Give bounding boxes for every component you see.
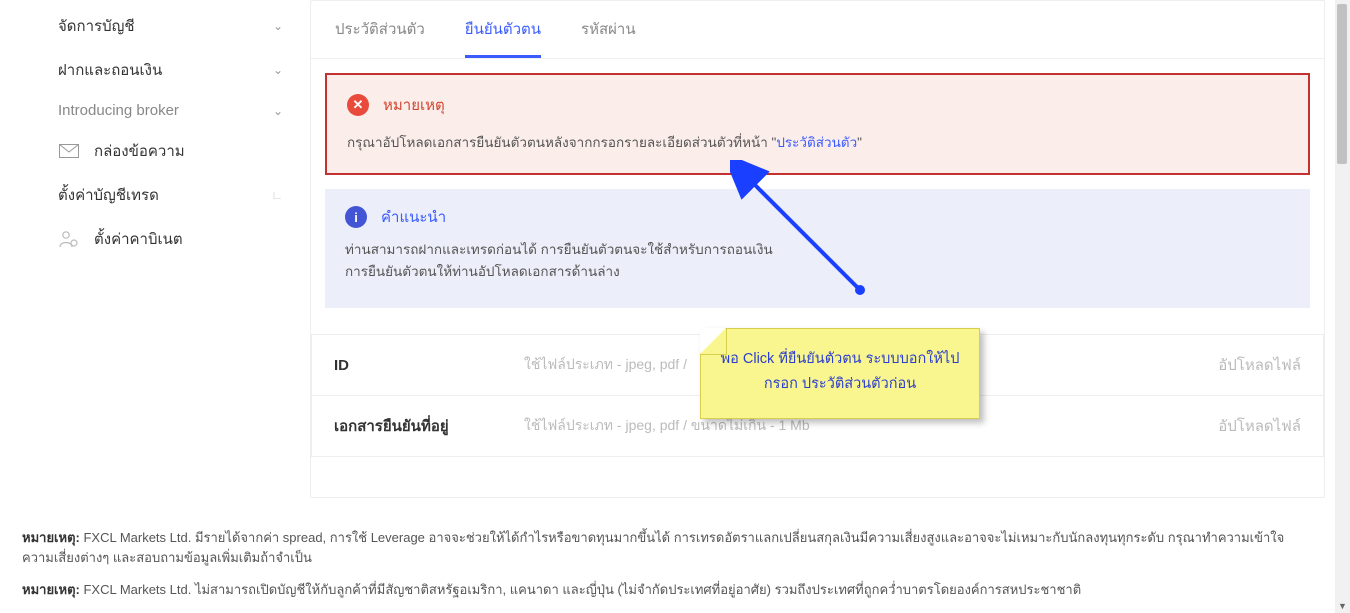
sidebar-item-label: กล่องข้อความ bbox=[94, 139, 185, 163]
error-icon: ✕ bbox=[347, 94, 369, 116]
alert-error-body: กรุณาอัปโหลดเอกสารยืนยันตัวตนหลังจากกรอก… bbox=[347, 131, 1288, 153]
chevron-down-icon: ⌄ bbox=[273, 19, 283, 33]
tab-label: ประวัติส่วนตัว bbox=[335, 21, 425, 38]
annotation-sticky-note: พอ Click ที่ยืนยันตัวตน ระบบบอกให้ไป กรอ… bbox=[700, 328, 980, 419]
footnote-label: หมายเหตุ: bbox=[22, 530, 80, 545]
sidebar-item-cabinet-settings[interactable]: ตั้งค่าคาบิเนต bbox=[50, 217, 295, 261]
footnote-text: FXCL Markets Ltd. ไม่สามารถเปิดบัญชีให้ก… bbox=[80, 582, 1081, 597]
tab-personal-history[interactable]: ประวัติส่วนตัว bbox=[335, 17, 425, 58]
info-icon: i bbox=[345, 206, 367, 228]
upload-button[interactable]: อัปโหลดไฟล์ bbox=[1218, 414, 1301, 438]
alert-error-title: หมายเหตุ bbox=[383, 93, 445, 117]
tab-label: รหัสผ่าน bbox=[581, 21, 636, 38]
tab-verify-identity[interactable]: ยืนยันตัวตน bbox=[465, 17, 541, 58]
sidebar-item-label: จัดการบัญชี bbox=[58, 14, 135, 38]
sidebar-item-deposit-withdraw[interactable]: ฝากและถอนเงิน ⌄ bbox=[50, 48, 295, 92]
alert-info-line: ท่านสามารถฝากและเทรดก่อนได้ การยืนยันตัว… bbox=[345, 239, 1290, 261]
upload-label: เอกสารยืนยันที่อยู่ bbox=[334, 414, 524, 438]
tab-label: ยืนยันตัวตน bbox=[465, 21, 541, 38]
sidebar-item-label: ตั้งค่าคาบิเนต bbox=[94, 227, 183, 251]
scrollbar-thumb[interactable] bbox=[1337, 4, 1347, 164]
upload-button[interactable]: อัปโหลดไฟล์ bbox=[1218, 353, 1301, 377]
alert-error-link[interactable]: ประวัติส่วนตัว bbox=[776, 135, 857, 150]
alert-info-title: คำแนะนำ bbox=[381, 205, 446, 229]
footnote-1: หมายเหตุ: FXCL Markets Ltd. มีรายได้จากค… bbox=[22, 528, 1313, 568]
sidebar-item-label: Introducing broker bbox=[58, 102, 179, 119]
user-gear-icon bbox=[58, 230, 80, 248]
sidebar-item-inbox[interactable]: กล่องข้อความ bbox=[50, 129, 295, 173]
sticky-line: พอ Click ที่ยืนยันตัวตน ระบบบอกให้ไป bbox=[717, 347, 963, 372]
alert-error-text: กรุณาอัปโหลดเอกสารยืนยันตัวตนหลังจากกรอก… bbox=[347, 135, 776, 150]
alert-info: i คำแนะนำ ท่านสามารถฝากและเทรดก่อนได้ กา… bbox=[325, 189, 1310, 308]
profile-card: ประวัติส่วนตัว ยืนยันตัวตน รหัสผ่าน ✕ หม… bbox=[310, 0, 1325, 498]
chevron-down-icon: ⌄ bbox=[273, 104, 283, 118]
sidebar: จัดการบัญชี ⌄ ฝากและถอนเงิน ⌄ Introducin… bbox=[50, 0, 295, 510]
upload-label: ID bbox=[334, 357, 524, 374]
footnote-text: FXCL Markets Ltd. มีรายได้จากค่า spread,… bbox=[22, 530, 1284, 565]
alert-error: ✕ หมายเหตุ กรุณาอัปโหลดเอกสารยืนยันตัวตน… bbox=[325, 73, 1310, 175]
main-content: ประวัติส่วนตัว ยืนยันตัวตน รหัสผ่าน ✕ หม… bbox=[295, 0, 1335, 510]
sidebar-item-label: ฝากและถอนเงิน bbox=[58, 58, 162, 82]
footnote-2: หมายเหตุ: FXCL Markets Ltd. ไม่สามารถเปิ… bbox=[22, 580, 1313, 600]
tab-password[interactable]: รหัสผ่าน bbox=[581, 17, 636, 58]
footnote-label: หมายเหตุ: bbox=[22, 582, 80, 597]
sidebar-item-introducing-broker[interactable]: Introducing broker ⌄ bbox=[50, 92, 295, 129]
scrollbar-down-icon[interactable]: ▼ bbox=[1335, 598, 1350, 613]
footnotes: หมายเหตุ: FXCL Markets Ltd. มีรายได้จากค… bbox=[0, 510, 1335, 613]
sidebar-item-trade-account-settings[interactable]: ตั้งค่าบัญชีเทรด ∟ bbox=[50, 173, 295, 217]
sidebar-item-account-mgmt[interactable]: จัดการบัญชี ⌄ bbox=[50, 4, 295, 48]
mail-icon bbox=[58, 144, 80, 158]
vertical-scrollbar[interactable]: ▼ bbox=[1335, 0, 1350, 613]
tabs: ประวัติส่วนตัว ยืนยันตัวตน รหัสผ่าน bbox=[311, 1, 1324, 59]
sticky-line: กรอก ประวัติส่วนตัวก่อน bbox=[717, 372, 963, 397]
alert-info-line: การยืนยันตัวตนให้ท่านอัปโหลดเอกสารด้านล่… bbox=[345, 261, 1290, 283]
sidebar-item-label: ตั้งค่าบัญชีเทรด bbox=[58, 183, 159, 207]
chevron-down-icon: ⌄ bbox=[273, 63, 283, 77]
alert-error-text: " bbox=[857, 135, 862, 150]
corner-mark-icon: ∟ bbox=[271, 188, 283, 202]
